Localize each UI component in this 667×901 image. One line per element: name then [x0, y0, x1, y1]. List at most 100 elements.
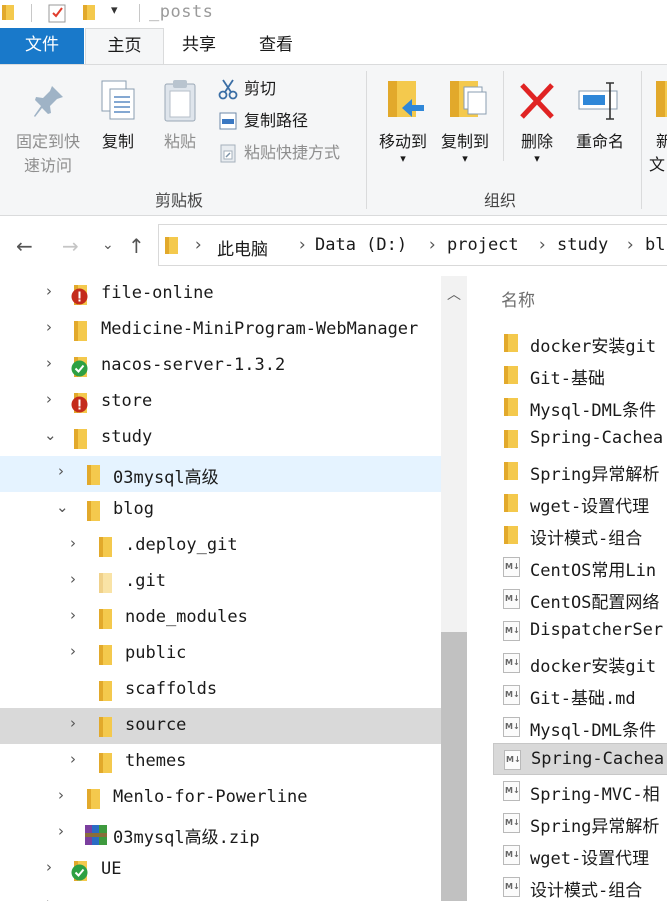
markdown-file-icon: M↓	[503, 717, 520, 737]
paste-button[interactable]: 粘贴	[156, 79, 204, 159]
up-arrow-icon[interactable]: ↑	[128, 234, 145, 258]
expand-chevron-icon[interactable]: ›	[58, 462, 74, 482]
tree-item-git[interactable]: › .git	[0, 564, 441, 600]
properties-checkbox-icon[interactable]	[48, 2, 68, 23]
address-bar[interactable]: › 此电脑 › Data (D:) › project › study › bl	[158, 224, 667, 266]
scroll-up-arrow-icon[interactable]: ︿	[447, 284, 461, 304]
move-to-icon	[388, 81, 424, 117]
pin-to-quick-access-button[interactable]: 固定到快 速访问	[8, 83, 88, 178]
tree-item-source[interactable]: › source	[0, 708, 441, 744]
tree-item-blog[interactable]: ⌄ blog	[0, 492, 441, 528]
tree-item-label: file-online	[101, 283, 214, 303]
expand-chevron-icon[interactable]: ›	[70, 570, 86, 590]
folder-list-item[interactable]: Spring异常解析	[493, 455, 667, 487]
folder-list-item[interactable]: Spring-Cachea	[493, 423, 667, 455]
tree-item-public[interactable]: › public	[0, 636, 441, 672]
tree-item-study[interactable]: ⌄ study	[0, 420, 441, 456]
tree-item-nacos-server[interactable]: › nacos-server-1.3.2	[0, 348, 441, 384]
tab-share[interactable]: 共享	[168, 28, 230, 64]
expand-chevron-icon[interactable]: ›	[46, 390, 62, 410]
breadcrumb-chevron-icon[interactable]: ›	[297, 235, 307, 255]
file-list-item[interactable]: M↓ Spring-Cachea	[493, 743, 667, 775]
paste-shortcut-button[interactable]: 粘贴快捷方式	[218, 139, 358, 167]
pin-label: 固定到快	[15, 132, 80, 151]
column-header-name[interactable]: 名称	[501, 286, 535, 311]
expand-chevron-icon[interactable]: ›	[46, 354, 62, 374]
file-list-item[interactable]: M↓ wget-设置代理	[493, 839, 667, 871]
collapse-chevron-icon[interactable]: ⌄	[44, 426, 60, 446]
tree-item-menlo-for-powerline[interactable]: › Menlo-for-Powerline	[0, 780, 441, 816]
tree-item-03mysql[interactable]: › 03mysql高级	[0, 456, 441, 492]
breadcrumb-study[interactable]: study	[557, 235, 608, 255]
expand-chevron-icon[interactable]: ›	[70, 606, 86, 626]
file-list-item[interactable]: M↓ Mysql-DML条件	[493, 711, 667, 743]
breadcrumb-blog[interactable]: bl	[645, 235, 665, 255]
back-arrow-icon[interactable]: ←	[16, 234, 33, 258]
breadcrumb-data-drive[interactable]: Data (D:)	[315, 235, 407, 255]
folder-list-item[interactable]: Git-基础	[493, 359, 667, 391]
expand-chevron-icon[interactable]: ›	[70, 750, 86, 770]
tree-item-themes[interactable]: › themes	[0, 744, 441, 780]
tree-item-file-online[interactable]: › file-online	[0, 276, 441, 312]
breadcrumb-this-pc[interactable]: 此电脑	[217, 235, 268, 260]
expand-chevron-icon[interactable]: ›	[70, 714, 86, 734]
file-list-item[interactable]: M↓ CentOS配置网络	[493, 583, 667, 615]
folder-list-item[interactable]: docker安装git	[493, 327, 667, 359]
breadcrumb-chevron-icon[interactable]: ›	[193, 235, 203, 255]
tree-item-label: Medicine-MiniProgram-WebManager	[101, 319, 419, 339]
folder-list-item[interactable]: Mysql-DML条件	[493, 391, 667, 423]
forward-arrow-icon[interactable]: →	[62, 234, 79, 258]
folder-list-item[interactable]: 设计模式-组合	[493, 519, 667, 551]
file-list-item[interactable]: M↓ docker安装git	[493, 647, 667, 679]
tree-item-store[interactable]: › store	[0, 384, 441, 420]
copy-button[interactable]: 复制	[94, 79, 142, 159]
tab-home[interactable]: 主页	[85, 28, 164, 65]
folder-icon	[2, 5, 14, 20]
cut-button[interactable]: 剪切	[218, 75, 328, 103]
folder-list-item[interactable]: wget-设置代理	[493, 487, 667, 519]
tree-item-deploy-git[interactable]: › .deploy_git	[0, 528, 441, 564]
copy-path-button[interactable]: 复制路径	[218, 107, 328, 135]
expand-chevron-icon[interactable]: ›	[58, 786, 74, 806]
collapse-chevron-icon[interactable]: ⌄	[56, 498, 72, 518]
breadcrumb-chevron-icon[interactable]: ›	[427, 235, 437, 255]
tree-item-03mysql-zip[interactable]: › 03mysql高级.zip	[0, 816, 441, 852]
breadcrumb-chevron-icon[interactable]: ›	[625, 235, 635, 255]
tree-item-scaffolds[interactable]: scaffolds	[0, 672, 441, 708]
new-folder-icon[interactable]	[83, 3, 97, 21]
file-list-item[interactable]: M↓ Spring-MVC-相	[493, 775, 667, 807]
breadcrumb-project[interactable]: project	[447, 235, 519, 255]
folder-icon	[504, 462, 518, 480]
expand-chevron-icon[interactable]: ›	[70, 642, 86, 662]
tree-item-ue[interactable]: › UE	[0, 852, 441, 888]
sync-ok-badge-icon	[71, 360, 88, 377]
tree-scrollbar[interactable]: ︿	[441, 276, 467, 901]
expand-chevron-icon[interactable]: ›	[58, 822, 74, 842]
recent-locations-chevron-icon[interactable]: ⌄	[102, 237, 114, 253]
tree-item-label: nacos-server-1.3.2	[101, 355, 286, 375]
tree-item-medicine-miniprogram[interactable]: › Medicine-MiniProgram-WebManager	[0, 312, 441, 348]
file-list-item[interactable]: M↓ CentOS常用Lin	[493, 551, 667, 583]
expand-chevron-icon[interactable]: ›	[46, 894, 62, 901]
expand-chevron-icon[interactable]: ›	[70, 534, 86, 554]
breadcrumb-chevron-icon[interactable]: ›	[537, 235, 547, 255]
delete-button[interactable]: 删除 ▾	[510, 79, 564, 174]
file-list-item[interactable]: M↓ 设计模式-组合	[493, 871, 667, 901]
file-list-item[interactable]: M↓ Git-基础.md	[493, 679, 667, 711]
scrollbar-thumb[interactable]	[441, 632, 467, 901]
tab-file[interactable]: 文件	[0, 28, 84, 64]
file-name: Spring异常解析	[530, 817, 660, 837]
rename-button[interactable]: 重命名	[568, 79, 632, 159]
tab-view[interactable]: 查看	[245, 28, 307, 64]
tree-item-partial[interactable]: ›	[0, 888, 441, 901]
expand-chevron-icon[interactable]: ›	[46, 318, 62, 338]
expand-chevron-icon[interactable]: ›	[46, 858, 62, 878]
expand-chevron-icon[interactable]: ›	[46, 282, 62, 302]
tree-item-node-modules[interactable]: › node_modules	[0, 600, 441, 636]
file-list-item[interactable]: M↓ Spring异常解析	[493, 807, 667, 839]
move-to-button[interactable]: 移动到 ▾	[372, 79, 434, 174]
copy-to-button[interactable]: 复制到 ▾	[434, 79, 496, 174]
customize-toolbar-dropdown-icon[interactable]: ▾	[111, 3, 118, 18]
file-list-item[interactable]: M↓ DispatcherSer	[493, 615, 667, 647]
new-folder-button[interactable]: 新 文	[646, 79, 667, 174]
